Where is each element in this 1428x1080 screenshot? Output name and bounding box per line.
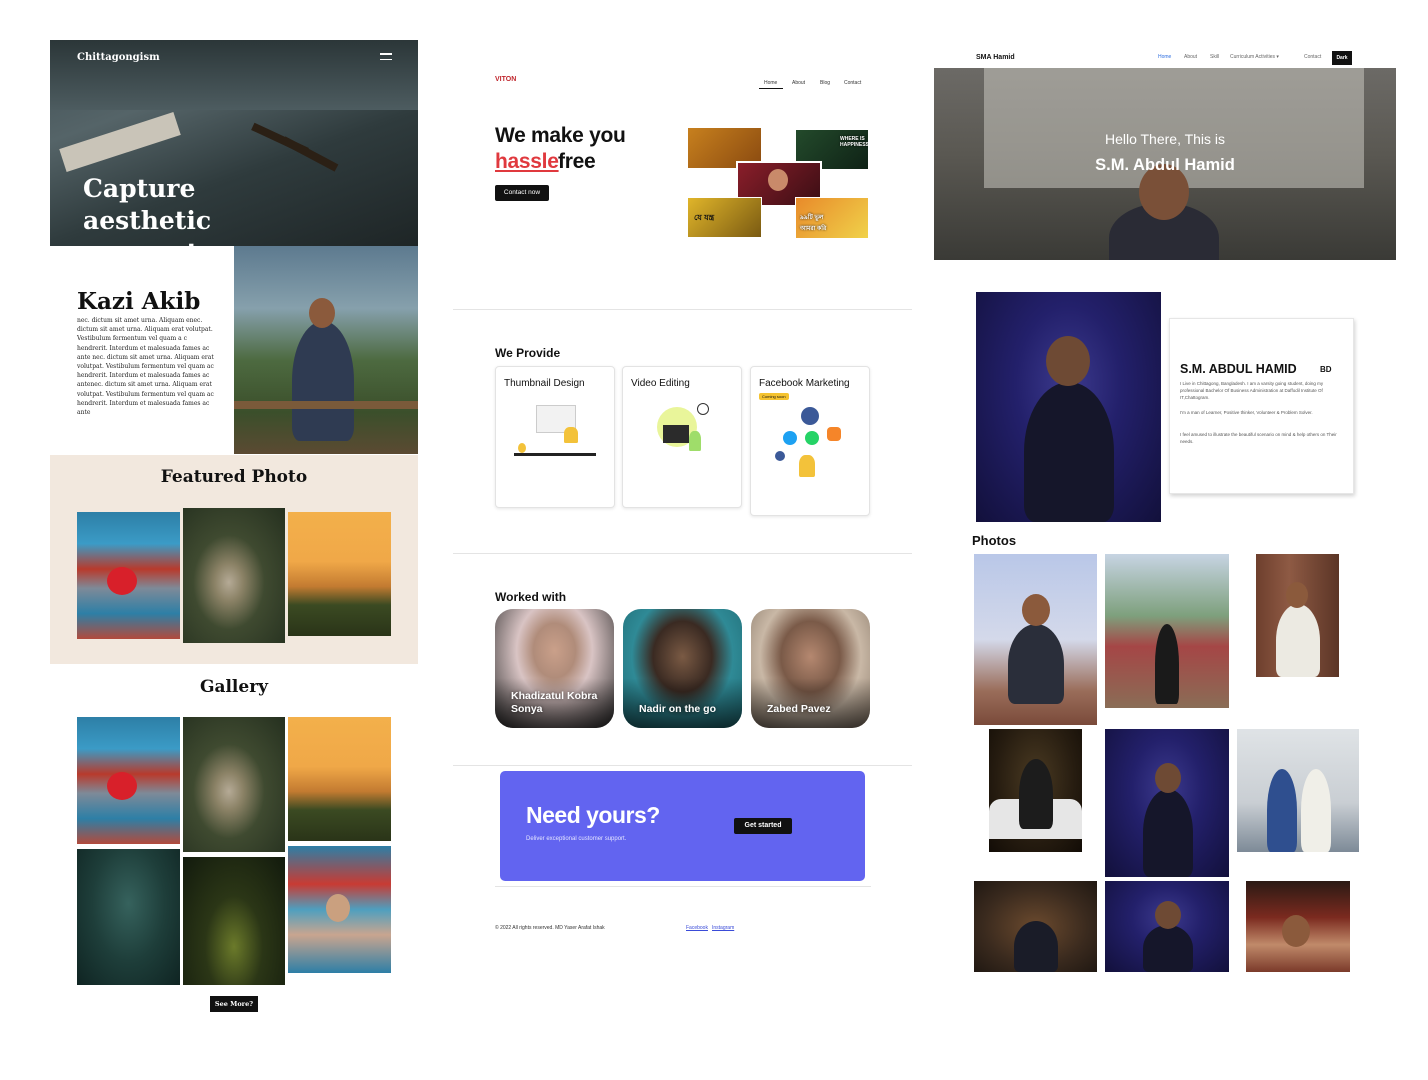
worked-with-title: Worked with xyxy=(495,590,567,604)
cta-title: Need yours? xyxy=(526,802,660,828)
headline-line1: We make you xyxy=(495,124,626,147)
nav-curriculum-activities[interactable]: Curriculum Activities ▾ xyxy=(1230,54,1279,60)
about-card-name: S.M. ABDUL HAMID xyxy=(1180,362,1297,376)
photos-title: Photos xyxy=(972,533,1017,548)
profile-photo xyxy=(976,292,1161,522)
section-divider xyxy=(453,765,912,766)
hero-name: S.M. Abdul Hamid xyxy=(1095,156,1235,174)
service-title: Facebook Marketing xyxy=(759,378,850,389)
social-media-illustration xyxy=(771,405,851,497)
about-photo xyxy=(234,246,418,454)
footer-link-instagram[interactable]: Instagram xyxy=(712,925,734,931)
photo-boat[interactable] xyxy=(974,554,1097,725)
service-card-facebook[interactable]: Facebook Marketing Coming soon xyxy=(750,366,870,516)
hero-greeting: Hello There, This is xyxy=(1104,131,1226,147)
worker-card-nadir[interactable]: Nadir on the go xyxy=(623,609,742,728)
about-card xyxy=(1169,318,1354,494)
footer-copyright: © 2022 All rights reserved. MD Yaser Ara… xyxy=(495,925,605,931)
coming-soon-badge: Coming soon xyxy=(759,393,789,400)
nav-home[interactable]: Home xyxy=(1158,54,1171,60)
featured-title: Featured Photo xyxy=(160,467,308,487)
photo-purple-close[interactable] xyxy=(1105,881,1229,972)
section-divider xyxy=(453,309,912,310)
gallery-photo-flower[interactable] xyxy=(77,717,180,844)
about-paragraph: I feel amused to illustrate the beautifu… xyxy=(1180,432,1337,444)
about-text: nec. dictum sit amet urna. Aliquam enec.… xyxy=(77,317,214,417)
worker-name: Zabed Pavez xyxy=(767,703,831,715)
headline-tail: free xyxy=(558,150,596,173)
headline-highlight: hassle xyxy=(495,150,559,173)
photo-car[interactable] xyxy=(989,729,1082,852)
see-more-button[interactable]: See More? xyxy=(210,996,258,1012)
dark-mode-toggle[interactable]: Dark xyxy=(1332,51,1352,65)
footer-link-facebook[interactable]: Facebook xyxy=(686,925,708,931)
about-name: Kazi Akib xyxy=(77,288,201,315)
nav-about[interactable]: About xyxy=(792,80,805,86)
services-title: We Provide xyxy=(495,346,561,360)
nav-contact[interactable]: Contact xyxy=(844,80,861,86)
worker-card-sonya[interactable]: Khadizatul Kobra Sonya xyxy=(495,609,614,728)
photo-dinner[interactable] xyxy=(974,881,1097,972)
contact-now-button[interactable]: Contact now xyxy=(495,185,549,201)
nav-skill[interactable]: Skill xyxy=(1210,54,1219,60)
brand-logo[interactable]: SMA Hamid xyxy=(976,54,1015,61)
nav-contact[interactable]: Contact xyxy=(1304,54,1321,60)
gallery-photo-girl[interactable] xyxy=(288,846,391,973)
photo-friends[interactable] xyxy=(1237,729,1359,852)
hamburger-menu-icon[interactable] xyxy=(380,53,392,62)
worker-name: Nadir on the go xyxy=(639,703,716,715)
worker-card-zabed[interactable]: Zabed Pavez xyxy=(751,609,870,728)
gallery-title: Gallery xyxy=(199,677,269,697)
footer-divider xyxy=(495,886,871,887)
gallery-photo-cabin[interactable] xyxy=(183,857,285,985)
section-divider xyxy=(453,553,912,554)
nav-about[interactable]: About xyxy=(1184,54,1197,60)
photo-bridge[interactable] xyxy=(1105,554,1229,708)
photo-lights[interactable] xyxy=(1246,881,1350,972)
about-card-suffix: BD xyxy=(1320,365,1332,374)
worker-name: Khadizatul Kobra Sonya xyxy=(511,690,598,715)
gallery-photo-sunflower[interactable] xyxy=(288,717,391,841)
service-title: Thumbnail Design xyxy=(504,378,585,389)
thumbnail-5: ৯৯টি ভুল আমরা করি xyxy=(795,197,869,239)
nav-blog[interactable]: Blog xyxy=(820,80,830,86)
nav-home[interactable]: Home xyxy=(764,80,777,86)
about-paragraph: I Live in Chittagong, Bangladesh. I am a… xyxy=(1180,381,1324,400)
featured-photo-sunflower[interactable] xyxy=(288,512,391,636)
video-editing-illustration xyxy=(645,403,723,483)
cta-subtitle: Deliver exceptional customer support. xyxy=(526,836,627,842)
site-logo[interactable]: VITON xyxy=(495,76,516,83)
gallery-photo-dog[interactable] xyxy=(183,717,285,852)
get-started-button[interactable]: Get started xyxy=(734,818,792,834)
gallery-photo-leaf[interactable] xyxy=(77,849,180,985)
featured-photo-flower[interactable] xyxy=(77,512,180,639)
service-card-video[interactable]: Video Editing xyxy=(622,366,742,508)
thumbnail-4: যে যন্ত্র xyxy=(687,197,762,238)
photo-panjabi[interactable] xyxy=(1256,554,1339,677)
nav-active-underline xyxy=(759,88,783,89)
photo-purple-hall[interactable] xyxy=(1105,729,1229,877)
about-paragraph: I'm a man of Learner, Positive thinker, … xyxy=(1180,410,1313,415)
featured-photo-dog[interactable] xyxy=(183,508,285,643)
service-card-thumbnail[interactable]: Thumbnail Design xyxy=(495,366,615,508)
brand-logo[interactable]: Chittagongism xyxy=(77,52,160,63)
thumbnail-design-illustration xyxy=(514,403,596,483)
service-title: Video Editing xyxy=(631,378,690,389)
